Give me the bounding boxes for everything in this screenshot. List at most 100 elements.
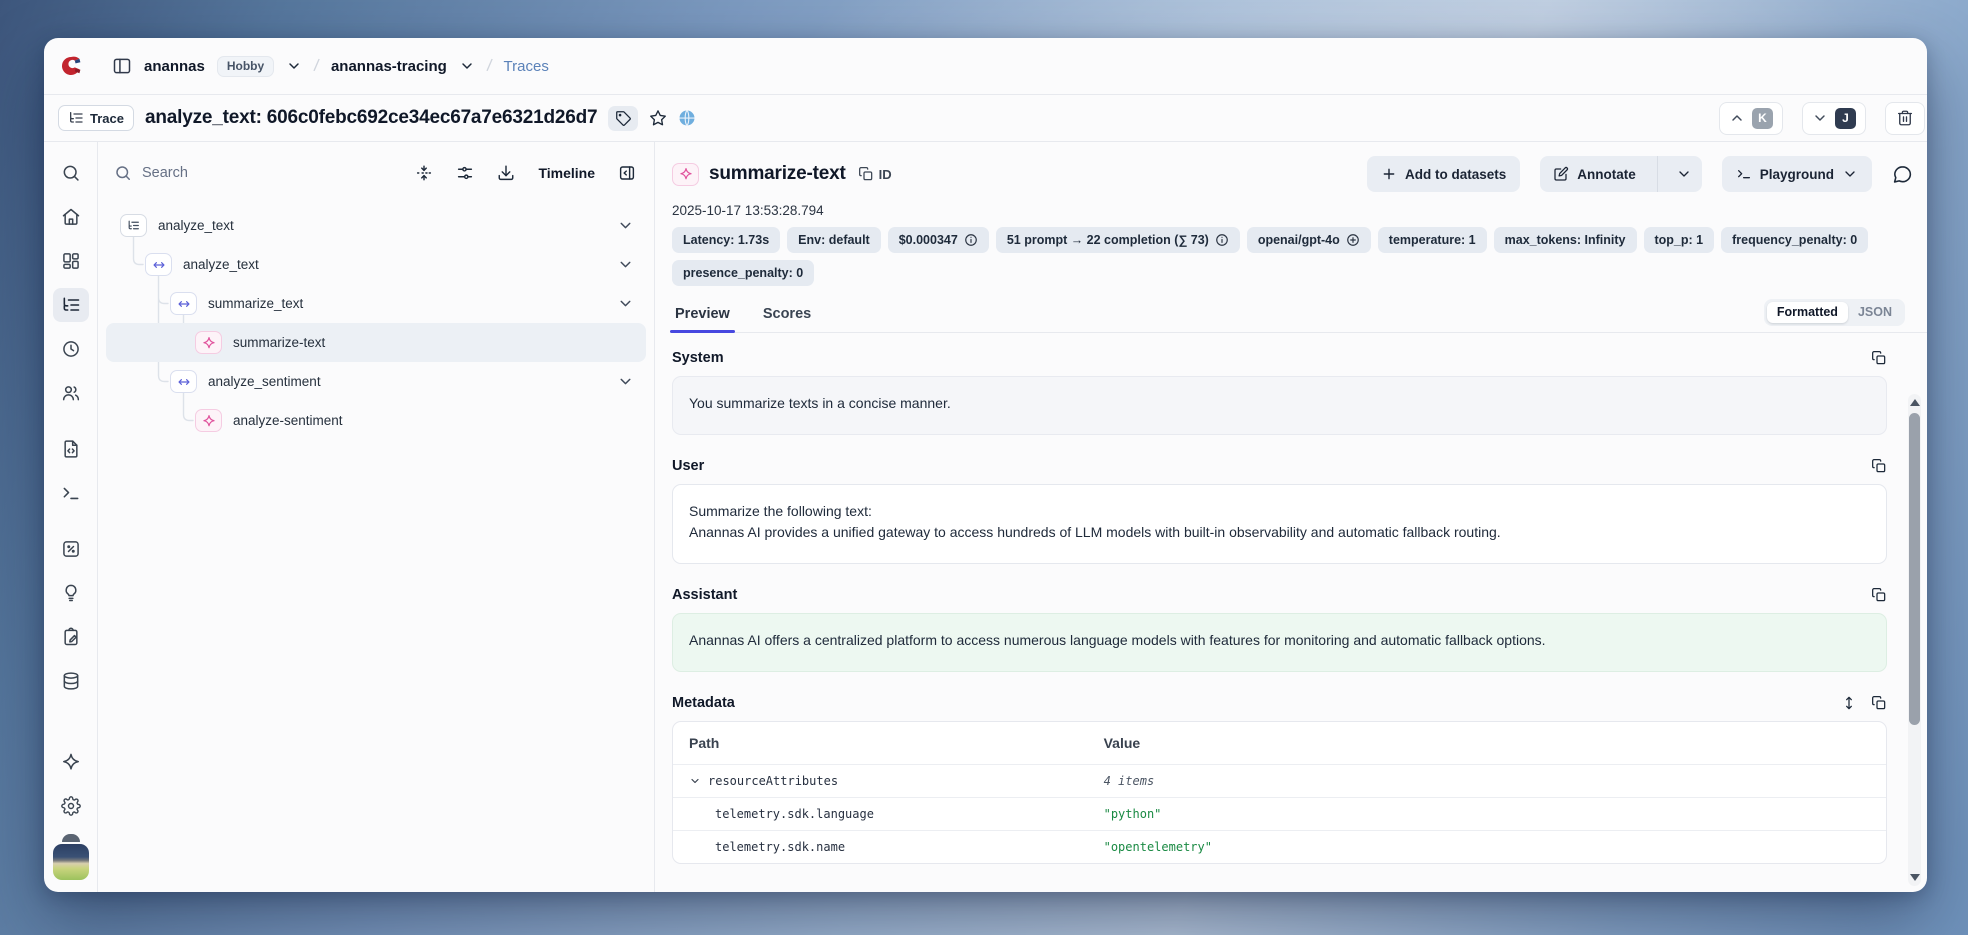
- pen-square-icon: [1553, 166, 1569, 182]
- chevron-down-icon[interactable]: [617, 256, 634, 273]
- timeline-toggle[interactable]: Timeline: [538, 165, 595, 181]
- view-options-icon[interactable]: [456, 164, 474, 182]
- tab-preview[interactable]: Preview: [672, 300, 733, 332]
- tree-node-label: summarize_text: [208, 296, 303, 311]
- chevron-down-icon[interactable]: [617, 217, 634, 234]
- trace-title: analyze_text: 606c0febc692ce34ec67a7e632…: [145, 107, 597, 129]
- prompts-nav-icon[interactable]: [53, 432, 89, 466]
- search-icon: [114, 164, 132, 182]
- metric-badge: Env: default: [787, 227, 881, 253]
- add-to-datasets-button[interactable]: Add to datasets: [1367, 156, 1520, 192]
- shortcut-k-key: K: [1752, 108, 1773, 129]
- download-icon[interactable]: [497, 164, 515, 182]
- chevron-up-icon: [1729, 110, 1745, 126]
- list-tree-icon: [68, 110, 84, 126]
- tree-node-row[interactable]: summarize-text: [106, 323, 646, 362]
- vertical-scrollbar[interactable]: [1908, 394, 1921, 886]
- chevron-down-icon: [1842, 166, 1858, 182]
- sessions-clock-icon[interactable]: [53, 332, 89, 366]
- collapse-caret-icon[interactable]: [689, 775, 701, 787]
- annotate-dropdown-button[interactable]: [1666, 156, 1702, 192]
- search-input[interactable]: [142, 165, 282, 181]
- collapse-all-icon[interactable]: [415, 164, 433, 182]
- tree-node-row[interactable]: analyze-sentiment: [106, 401, 646, 440]
- format-formatted-option[interactable]: Formatted: [1767, 302, 1848, 323]
- assistant-message-box: Anannas AI offers a centralized platform…: [672, 613, 1887, 672]
- sidebar-toggle-icon[interactable]: [112, 56, 132, 76]
- chevron-down-icon[interactable]: [286, 58, 302, 74]
- tree-node-row[interactable]: analyze_sentiment: [106, 362, 646, 401]
- prev-trace-button[interactable]: K: [1719, 102, 1783, 135]
- next-trace-button[interactable]: J: [1802, 102, 1866, 135]
- info-icon[interactable]: [964, 233, 978, 247]
- terminal-icon: [1736, 166, 1752, 182]
- top-bar: anannas Hobby / anannas-tracing / Traces: [44, 38, 1927, 95]
- tree-node-row[interactable]: analyze_text: [106, 206, 646, 245]
- chevron-down-icon[interactable]: [459, 58, 475, 74]
- metric-badge: max_tokens: Infinity: [1494, 227, 1637, 253]
- collapse-panel-icon[interactable]: [618, 164, 636, 182]
- playground-nav-icon[interactable]: [53, 476, 89, 510]
- datasets-nav-icon[interactable]: [53, 664, 89, 698]
- scroll-up-arrow[interactable]: [1910, 399, 1920, 406]
- annotate-button[interactable]: Annotate: [1540, 156, 1649, 192]
- metadata-path: telemetry.sdk.name: [715, 840, 845, 854]
- settings-gear-icon[interactable]: [53, 789, 89, 823]
- breadcrumb-project[interactable]: anannas-tracing: [331, 58, 447, 75]
- app-window: anannas Hobby / anannas-tracing / Traces…: [44, 38, 1927, 892]
- app-logo[interactable]: [44, 55, 98, 77]
- tracing-nav-icon[interactable]: [53, 288, 89, 322]
- copy-icon[interactable]: [1871, 458, 1887, 474]
- users-nav-icon[interactable]: [53, 376, 89, 410]
- trace-tree: analyze_text analyze_text summarize_text: [106, 206, 646, 440]
- tree-node-row[interactable]: summarize_text: [106, 284, 646, 323]
- playground-button[interactable]: Playground: [1722, 156, 1872, 192]
- metadata-row: resourceAttributes 4 items: [673, 764, 1886, 797]
- expand-vertical-icon[interactable]: [1841, 695, 1857, 711]
- tab-scores[interactable]: Scores: [760, 300, 814, 332]
- node-type-icon: [145, 253, 172, 276]
- user-section-title: User: [672, 458, 704, 474]
- tag-icon[interactable]: [608, 106, 638, 131]
- breadcrumb-page[interactable]: Traces: [504, 58, 549, 75]
- system-message-box: You summarize texts in a concise manner.: [672, 376, 1887, 435]
- globe-public-icon[interactable]: [678, 109, 696, 127]
- comments-button[interactable]: [1892, 164, 1913, 185]
- metadata-col-path: Path: [673, 735, 1104, 751]
- tree-node-label: analyze_text: [158, 218, 234, 233]
- search-nav-icon[interactable]: [53, 156, 89, 190]
- user-message-line: Summarize the following text:: [689, 501, 1870, 522]
- info-icon[interactable]: [1215, 233, 1229, 247]
- scrollbar-thumb[interactable]: [1909, 413, 1920, 725]
- chevron-down-icon[interactable]: [617, 373, 634, 390]
- metadata-header-row: Path Value: [673, 722, 1886, 764]
- user-avatar[interactable]: [53, 844, 89, 880]
- badges-row-2: presence_penalty: 0: [672, 260, 1927, 286]
- whats-new-sparkle-icon[interactable]: [53, 745, 89, 779]
- metadata-row: telemetry.sdk.name "opentelemetry": [673, 830, 1886, 863]
- node-type-icon: [170, 292, 197, 315]
- copy-icon[interactable]: [1871, 587, 1887, 603]
- copy-icon[interactable]: [1871, 695, 1887, 711]
- lightbulb-nav-icon[interactable]: [53, 576, 89, 610]
- copy-id-button[interactable]: ID: [858, 166, 892, 182]
- circle-plus-icon[interactable]: [1346, 233, 1360, 247]
- observation-timestamp: 2025-10-17 13:53:28.794: [672, 203, 1927, 218]
- tree-node-row[interactable]: analyze_text: [106, 245, 646, 284]
- generation-type-icon: [672, 163, 699, 186]
- scroll-down-arrow[interactable]: [1910, 874, 1920, 881]
- format-json-option[interactable]: JSON: [1848, 302, 1902, 323]
- metric-badge: $0.000347: [888, 227, 989, 253]
- metadata-row: telemetry.sdk.language "python": [673, 797, 1886, 830]
- annotation-nav-icon[interactable]: [53, 620, 89, 654]
- breadcrumb-org[interactable]: anannas: [144, 58, 205, 75]
- tree-node-label: analyze-sentiment: [233, 413, 343, 428]
- home-nav-icon[interactable]: [53, 200, 89, 234]
- star-icon[interactable]: [649, 109, 667, 127]
- metric-badge: 51 prompt → 22 completion (∑ 73): [996, 227, 1240, 253]
- delete-trace-button[interactable]: [1885, 102, 1925, 135]
- evaluation-nav-icon[interactable]: [53, 532, 89, 566]
- dashboard-nav-icon[interactable]: [53, 244, 89, 278]
- copy-icon[interactable]: [1871, 350, 1887, 366]
- chevron-down-icon[interactable]: [617, 295, 634, 312]
